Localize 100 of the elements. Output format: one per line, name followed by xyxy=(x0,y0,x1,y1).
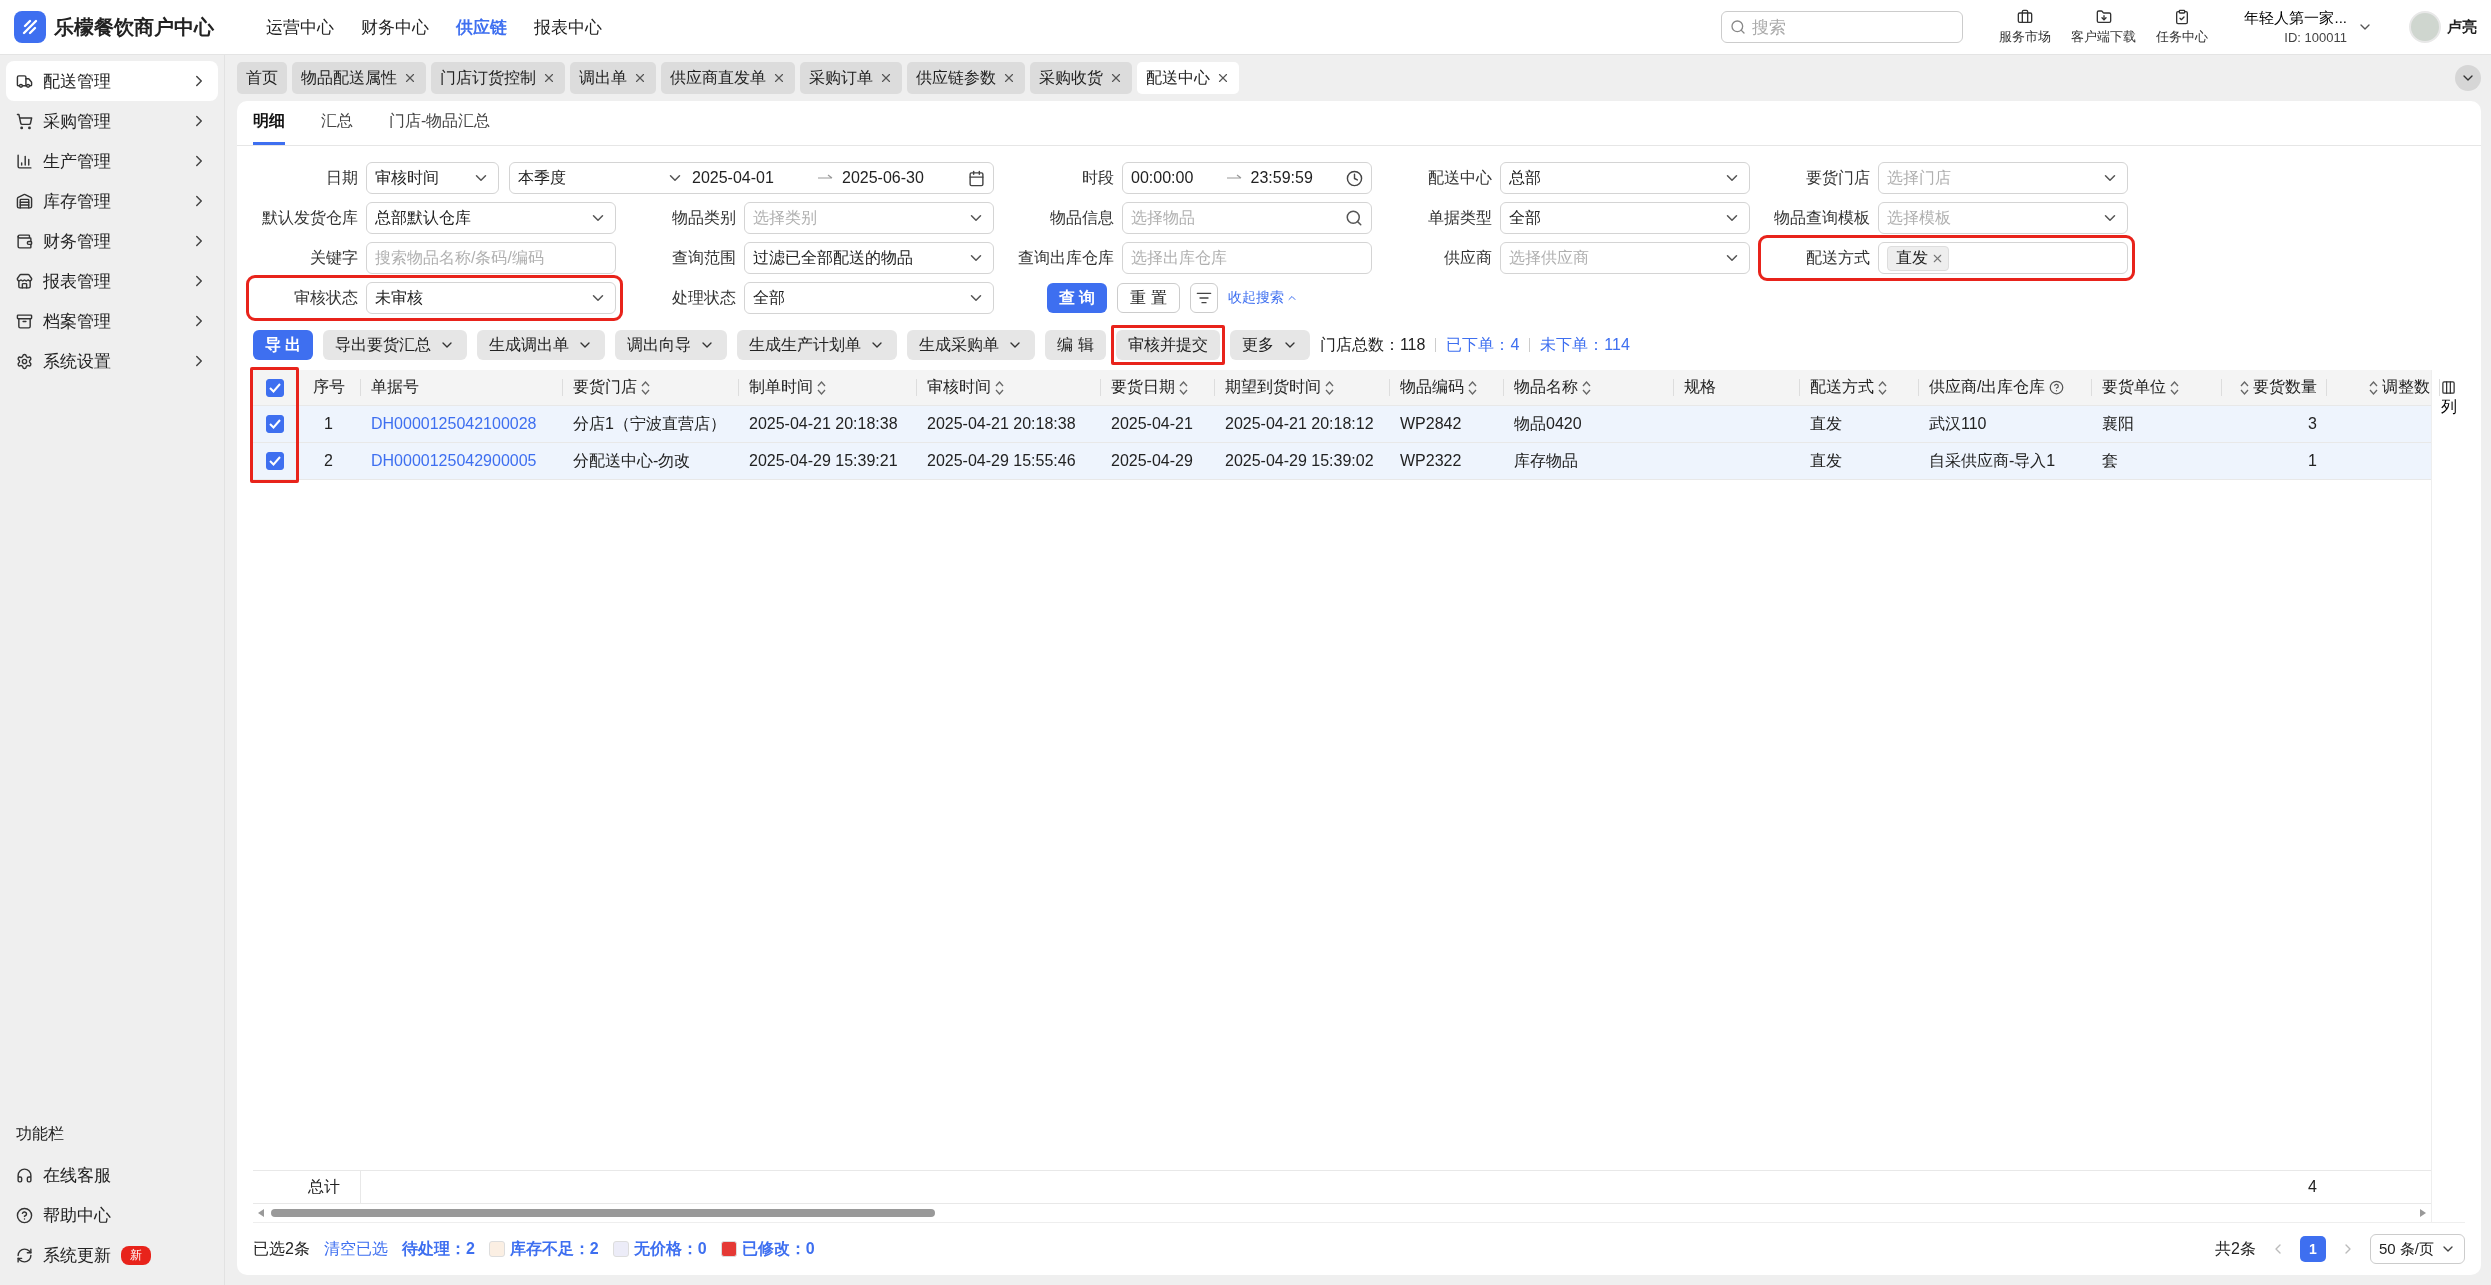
page-tab[interactable]: 配送中心 xyxy=(1137,62,1239,94)
sidebar-item[interactable]: 生产管理 xyxy=(6,141,218,181)
select-field[interactable]: 审核时间 xyxy=(366,162,499,194)
time-range-field[interactable]: 00:00:00 23:59:59 xyxy=(1122,162,1372,194)
sidebar-item[interactable]: 库存管理 xyxy=(6,181,218,221)
page-tab[interactable]: 调出单 xyxy=(570,62,656,94)
column-header[interactable]: 制单时间 xyxy=(739,370,917,405)
toolbar-button[interactable]: 调出向导 xyxy=(615,330,728,360)
sort-icon[interactable] xyxy=(1325,380,1334,395)
checkbox[interactable] xyxy=(265,452,284,470)
sidebar-item[interactable]: 报表管理 xyxy=(6,261,218,301)
select-field[interactable]: 总部 xyxy=(1500,162,1750,194)
checkbox[interactable] xyxy=(265,415,284,433)
clear-selection-link[interactable]: 清空已选 xyxy=(323,1238,388,1260)
page-tab[interactable]: 首页 xyxy=(237,62,287,94)
sidebar-item[interactable]: 系统更新 新 xyxy=(6,1235,218,1275)
sidebar-item[interactable]: 档案管理 xyxy=(6,301,218,341)
close-icon[interactable] xyxy=(1002,71,1016,85)
toolbar-button[interactable]: 导出要货汇总 xyxy=(323,330,468,360)
shortcut-button[interactable]: 服务市场 xyxy=(1989,8,2062,46)
sidebar-item[interactable]: 采购管理 xyxy=(6,101,218,141)
view-tab[interactable]: 门店-物品汇总 xyxy=(389,101,491,145)
page-tab[interactable]: 门店订货控制 xyxy=(431,62,565,94)
page-tab[interactable]: 采购收货 xyxy=(1030,62,1132,94)
toolbar-button[interactable]: 生成采购单 xyxy=(907,330,1036,360)
sort-icon[interactable] xyxy=(2170,380,2179,395)
date-range-field[interactable]: 本季度 2025-04-01 2025-06-30 xyxy=(509,162,994,194)
column-header[interactable]: 调整数 xyxy=(2327,370,2440,405)
view-tab[interactable]: 汇总 xyxy=(321,101,353,145)
close-icon[interactable] xyxy=(772,71,786,85)
sort-icon[interactable] xyxy=(1468,380,1477,395)
column-header[interactable]: 物品名称 xyxy=(1504,370,1674,405)
sort-icon[interactable] xyxy=(641,380,650,395)
user-name[interactable]: 卢亮 xyxy=(2447,17,2477,37)
collapse-search-link[interactable]: 收起搜索 xyxy=(1227,289,1298,307)
column-header[interactable]: 物品编码 xyxy=(1390,370,1504,405)
sort-icon[interactable] xyxy=(1878,380,1887,395)
account-switcher[interactable]: 年轻人第一家... ID: 100011 xyxy=(2244,9,2373,45)
select-field[interactable]: 全部 xyxy=(744,282,994,314)
checkbox[interactable] xyxy=(265,378,284,397)
sidebar-item[interactable]: 配送管理 xyxy=(6,61,218,101)
scroll-left-icon[interactable] xyxy=(257,1208,265,1218)
order-link[interactable]: DH0000125042100028 xyxy=(371,415,537,433)
page-button[interactable]: 1 xyxy=(2299,1236,2326,1262)
column-header[interactable]: 要货门店 xyxy=(563,370,739,405)
column-header[interactable]: 期望到货时间 xyxy=(1215,370,1390,405)
toolbar-button[interactable]: 审核并提交 xyxy=(1115,330,1220,360)
sort-icon[interactable] xyxy=(2240,380,2249,395)
scroll-right-icon[interactable] xyxy=(2419,1208,2427,1218)
sidebar-item[interactable]: 帮助中心 xyxy=(6,1195,218,1235)
column-header[interactable]: 审核时间 xyxy=(917,370,1101,405)
view-tab[interactable]: 明细 xyxy=(253,101,285,145)
sort-icon[interactable] xyxy=(995,380,1004,395)
toolbar-button[interactable]: 编 辑 xyxy=(1045,330,1106,360)
search-button[interactable]: 查 询 xyxy=(1047,283,1108,313)
stat-link[interactable]: 未下单：114 xyxy=(1540,334,1630,356)
shortcut-button[interactable]: 客户端下载 xyxy=(2061,8,2147,46)
select-field[interactable]: 未审核 xyxy=(366,282,616,314)
column-settings-button[interactable]: 列 xyxy=(2440,380,2457,418)
nav-item[interactable]: 供应链 xyxy=(456,15,507,39)
page-tab[interactable]: 供应商直发单 xyxy=(661,62,795,94)
tabs-menu-button[interactable] xyxy=(2455,65,2481,91)
sort-icon[interactable] xyxy=(2369,380,2378,395)
page-tab[interactable]: 采购订单 xyxy=(800,62,902,94)
sort-icon[interactable] xyxy=(1179,380,1188,395)
close-icon[interactable] xyxy=(1109,71,1123,85)
column-header[interactable]: 配送方式 xyxy=(1800,370,1919,405)
sort-icon[interactable] xyxy=(1582,380,1591,395)
column-header[interactable]: 要货数量 xyxy=(2222,370,2327,405)
sort-icon[interactable] xyxy=(817,380,826,395)
select-field[interactable]: 过滤已全部配送的物品 xyxy=(744,242,994,274)
sidebar-item[interactable]: 在线客服 xyxy=(6,1155,218,1195)
nav-item[interactable]: 运营中心 xyxy=(266,15,334,39)
shortcut-button[interactable]: 任务中心 xyxy=(2146,8,2219,46)
toolbar-button[interactable]: 生成生产计划单 xyxy=(737,330,898,360)
page-tab[interactable]: 物品配送属性 xyxy=(292,62,426,94)
filter-settings-button[interactable] xyxy=(1189,283,1218,313)
order-link[interactable]: DH0000125042900005 xyxy=(371,452,537,470)
sidebar-item[interactable]: 系统设置 xyxy=(6,341,218,381)
help-icon[interactable] xyxy=(2049,380,2065,395)
reset-button[interactable]: 重 置 xyxy=(1117,283,1180,313)
toolbar-button[interactable]: 更多 xyxy=(1229,330,1310,360)
toolbar-button[interactable]: 导 出 xyxy=(253,330,314,360)
sidebar-item[interactable]: 财务管理 xyxy=(6,221,218,261)
close-icon[interactable] xyxy=(1216,71,1230,85)
nav-item[interactable]: 报表中心 xyxy=(534,15,602,39)
page-tab[interactable]: 供应链参数 xyxy=(907,62,1025,94)
tag-select-field[interactable]: 直发 xyxy=(1878,242,2128,274)
close-icon[interactable] xyxy=(633,71,647,85)
select-field[interactable]: 总部默认仓库 xyxy=(366,202,616,234)
close-icon[interactable] xyxy=(542,71,556,85)
page-size-select[interactable]: 50 条/页 xyxy=(2369,1234,2465,1264)
select-field[interactable]: 全部 xyxy=(1500,202,1750,234)
close-icon[interactable] xyxy=(403,71,417,85)
stat-link[interactable]: 已下单：4 xyxy=(1446,334,1520,356)
column-header[interactable]: 要货单位 xyxy=(2092,370,2222,405)
column-header[interactable]: 要货日期 xyxy=(1101,370,1215,405)
close-icon[interactable] xyxy=(879,71,893,85)
nav-item[interactable]: 财务中心 xyxy=(361,15,429,39)
toolbar-button[interactable]: 生成调出单 xyxy=(477,330,606,360)
